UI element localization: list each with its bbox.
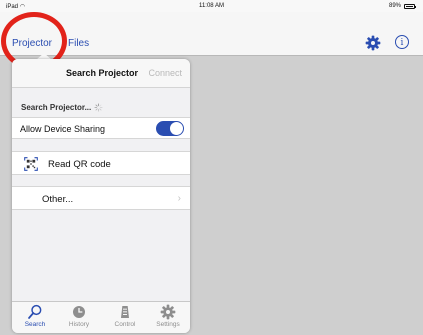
tab-settings[interactable]: Settings: [148, 304, 188, 328]
settings-gear-icon[interactable]: [365, 35, 381, 51]
tab-files[interactable]: Files: [68, 38, 89, 49]
read-qr-label: Read QR code: [48, 159, 111, 170]
popover-tab-bar: Search History Control Settings: [12, 301, 190, 333]
popover-header: Search Projector Connect: [12, 59, 190, 88]
qr-code-icon: [24, 157, 38, 171]
device-sharing-label: Allow Device Sharing: [20, 124, 106, 134]
tab-settings-label: Settings: [156, 321, 180, 328]
search-status: Search Projector...: [21, 103, 103, 112]
projector-icon: [121, 306, 129, 318]
read-qr-row[interactable]: Read QR code: [12, 151, 190, 175]
tab-control-label: Control: [114, 321, 136, 328]
info-icon[interactable]: i: [395, 35, 409, 49]
spinner-icon: [94, 103, 103, 112]
popover-title: Search Projector: [66, 68, 139, 78]
tab-search-label: Search: [24, 321, 46, 328]
status-bar: iPad ◠ 11:08 AM 89%: [0, 0, 423, 12]
chevron-right-icon: ›: [177, 193, 181, 204]
clock-icon: [73, 306, 85, 318]
connect-button[interactable]: Connect: [148, 68, 182, 78]
tab-history-label: History: [68, 321, 90, 328]
search-icon: [28, 304, 42, 319]
tab-history[interactable]: History: [59, 304, 99, 328]
app-screen: iPad ◠ 11:08 AM 89% Projector Files i Se…: [0, 0, 423, 335]
search-status-label: Search Projector...: [21, 103, 92, 112]
tab-search[interactable]: Search: [15, 304, 55, 328]
device-sharing-toggle[interactable]: [156, 121, 184, 136]
other-label: Other...: [42, 194, 74, 205]
battery-percent: 89%: [388, 3, 401, 9]
gear-icon: [160, 304, 176, 320]
device-sharing-row: Allow Device Sharing: [12, 117, 190, 139]
status-time: 11:08 AM: [199, 3, 224, 9]
other-row[interactable]: Other... ›: [12, 186, 190, 210]
battery-status: 89%: [388, 3, 416, 9]
battery-icon: [404, 3, 416, 9]
tab-control[interactable]: Control: [105, 304, 145, 328]
projector-popover: Search Projector Connect Search Projecto…: [12, 59, 190, 333]
